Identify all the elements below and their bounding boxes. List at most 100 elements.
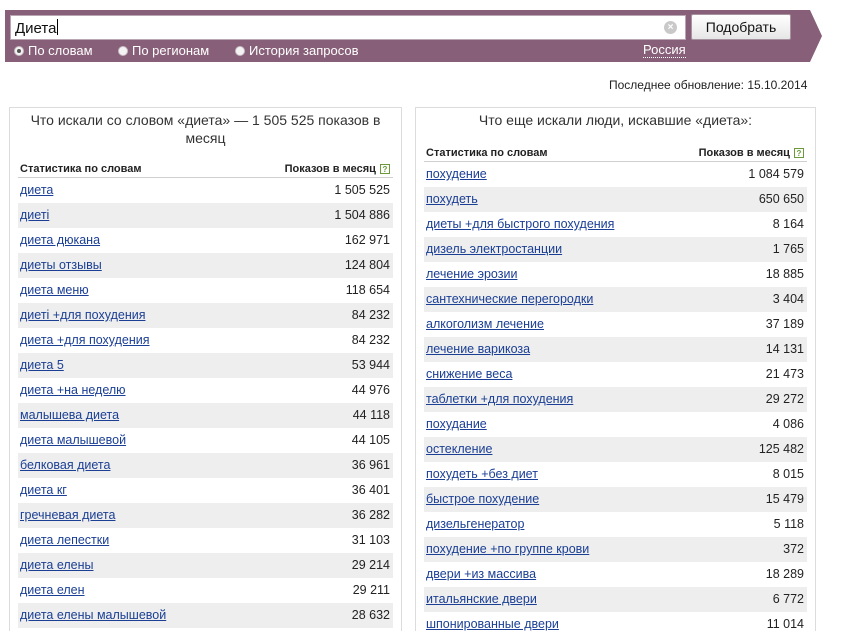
table-row: похудеть 650 650 bbox=[424, 187, 807, 212]
radio-icon[interactable] bbox=[14, 46, 24, 56]
phrase-link[interactable]: похудание bbox=[426, 417, 487, 431]
impressions-count: 84 232 bbox=[351, 333, 390, 347]
phrase-link[interactable]: белковая диета bbox=[20, 458, 110, 472]
table-row: дизель электростанции 1 765 bbox=[424, 237, 807, 262]
words-stats-panel: Что искали со словом «диета» — 1 505 525… bbox=[9, 107, 402, 631]
help-icon[interactable]: ? bbox=[380, 164, 390, 174]
radio-icon[interactable] bbox=[118, 46, 128, 56]
table-row: алкоголизм лечение 37 189 bbox=[424, 312, 807, 337]
impressions-count: 84 232 bbox=[351, 308, 390, 322]
phrase-link[interactable]: диета +для похудения bbox=[20, 333, 150, 347]
impressions-count: 5 118 bbox=[773, 517, 804, 531]
phrase-link[interactable]: двери +из массива bbox=[426, 567, 536, 581]
phrase-link[interactable]: диета лепестки bbox=[20, 533, 109, 547]
panel-title: Что искали со словом «диета» — 1 505 525… bbox=[30, 112, 381, 146]
impressions-count: 44 118 bbox=[352, 408, 390, 422]
radio-icon[interactable] bbox=[235, 46, 245, 56]
phrase-link[interactable]: диета bbox=[20, 183, 53, 197]
help-icon[interactable]: ? bbox=[794, 148, 804, 158]
phrase-link[interactable]: дизельгенератор bbox=[426, 517, 524, 531]
impressions-count: 18 289 bbox=[765, 567, 804, 581]
phrase-link[interactable]: похудеть +без диет bbox=[426, 467, 538, 481]
table-row: сантехнические перегородки 3 404 bbox=[424, 287, 807, 312]
impressions-count: 29 272 bbox=[765, 392, 804, 406]
column-header-phrase: Статистика по словам bbox=[20, 163, 142, 175]
phrase-link[interactable]: итальянские двери bbox=[426, 592, 537, 606]
table-row: диеты отзывы 124 804 bbox=[18, 253, 393, 278]
phrase-link[interactable]: шпонированные двери bbox=[426, 617, 559, 631]
phrase-link[interactable]: лечение эрозии bbox=[426, 267, 517, 281]
impressions-count: 53 944 bbox=[351, 358, 390, 372]
impressions-count: 118 654 bbox=[345, 283, 390, 297]
mode-query-history[interactable]: История запросов bbox=[235, 43, 359, 58]
column-header-phrase: Статистика по словам bbox=[426, 147, 548, 159]
impressions-count: 36 282 bbox=[351, 508, 390, 522]
phrase-link[interactable]: диета 5 bbox=[20, 358, 64, 372]
column-header-count: Показов в месяц ? bbox=[699, 147, 804, 159]
table-row: диета малышевой 44 105 bbox=[18, 428, 393, 453]
table-row: диета 1 505 525 bbox=[18, 178, 393, 203]
last-updated: Последнее обновление: 15.10.2014 bbox=[609, 78, 808, 92]
phrase-link[interactable]: диеты отзывы bbox=[20, 258, 102, 272]
table-row: лечение эрозии 18 885 bbox=[424, 262, 807, 287]
phrase-link[interactable]: быстрое похудение bbox=[426, 492, 539, 506]
panel-title: Что еще искали люди, искавшие «диета»: bbox=[478, 112, 753, 128]
search-input[interactable]: Диета × bbox=[10, 15, 686, 40]
phrase-link[interactable]: диета елены bbox=[20, 558, 94, 572]
phrase-link[interactable]: похудеть bbox=[426, 192, 478, 206]
phrase-link[interactable]: диеты +для быстрого похудения bbox=[426, 217, 614, 231]
phrase-link[interactable]: гречневая диета bbox=[20, 508, 115, 522]
phrase-link[interactable]: малышева диета bbox=[20, 408, 119, 422]
search-input-value[interactable]: Диета bbox=[15, 19, 59, 37]
phrase-link[interactable]: диета меню bbox=[20, 283, 89, 297]
table-row: белковая диета 36 961 bbox=[18, 453, 393, 478]
impressions-count: 125 482 bbox=[758, 442, 804, 456]
mode-by-words[interactable]: По словам bbox=[14, 43, 93, 58]
related-queries-panel: Что еще искали люди, искавшие «диета»: С… bbox=[415, 107, 816, 631]
table-row: диета меню 118 654 bbox=[18, 278, 393, 303]
table-row: диета +на неделю 44 976 bbox=[18, 378, 393, 403]
phrase-link[interactable]: лечение варикоза bbox=[426, 342, 530, 356]
table-row: диеті +для похудения 84 232 bbox=[18, 303, 393, 328]
table-row: снижение веса 21 473 bbox=[424, 362, 807, 387]
phrase-link[interactable]: диета кг bbox=[20, 483, 67, 497]
table-row: диета лепестки 31 103 bbox=[18, 528, 393, 553]
phrase-link[interactable]: похудение +по группе крови bbox=[426, 542, 589, 556]
impressions-count: 8 164 bbox=[772, 217, 804, 231]
impressions-count: 14 131 bbox=[765, 342, 804, 356]
region-selector[interactable]: Россия bbox=[643, 43, 686, 58]
phrase-link[interactable]: диета елен bbox=[20, 583, 85, 597]
table-row: диета елены малышевой 28 632 bbox=[18, 603, 393, 628]
impressions-count: 31 103 bbox=[351, 533, 390, 547]
phrase-link[interactable]: снижение веса bbox=[426, 367, 512, 381]
impressions-count: 21 473 bbox=[765, 367, 804, 381]
phrase-link[interactable]: похудение bbox=[426, 167, 487, 181]
impressions-count: 29 211 bbox=[352, 583, 390, 597]
mode-by-regions[interactable]: По регионам bbox=[118, 43, 209, 58]
phrase-link[interactable]: диета малышевой bbox=[20, 433, 126, 447]
phrase-link[interactable]: диета елены малышевой bbox=[20, 608, 166, 622]
table-row: диеты +для быстрого похудения 8 164 bbox=[424, 212, 807, 237]
phrase-link[interactable]: диеті +для похудения bbox=[20, 308, 145, 322]
impressions-count: 8 015 bbox=[772, 467, 804, 481]
phrase-link[interactable]: диеті bbox=[20, 208, 49, 222]
phrase-link[interactable]: диета дюкана bbox=[20, 233, 100, 247]
table-row: диета дюкана 162 971 bbox=[18, 228, 393, 253]
table-row: похудение +по группе крови 372 bbox=[424, 537, 807, 562]
phrase-link[interactable]: остекление bbox=[426, 442, 492, 456]
table-row: диета елены 29 214 bbox=[18, 553, 393, 578]
phrase-link[interactable]: дизель электростанции bbox=[426, 242, 562, 256]
impressions-count: 44 105 bbox=[351, 433, 390, 447]
table-row: диета +для похудения 84 232 bbox=[18, 328, 393, 353]
phrase-link[interactable]: таблетки +для похудения bbox=[426, 392, 573, 406]
phrase-link[interactable]: алкоголизм лечение bbox=[426, 317, 544, 331]
table-header: Статистика по словам Показов в месяц ? bbox=[424, 144, 807, 162]
clear-icon[interactable]: × bbox=[664, 21, 677, 34]
table-header: Статистика по словам Показов в месяц ? bbox=[18, 160, 393, 178]
table-row: малышева диета 44 118 bbox=[18, 403, 393, 428]
table-row: диета елен 29 211 bbox=[18, 578, 393, 603]
impressions-count: 3 404 bbox=[772, 292, 804, 306]
submit-button[interactable]: Подобрать bbox=[691, 14, 791, 40]
phrase-link[interactable]: диета +на неделю bbox=[20, 383, 126, 397]
phrase-link[interactable]: сантехнические перегородки bbox=[426, 292, 593, 306]
